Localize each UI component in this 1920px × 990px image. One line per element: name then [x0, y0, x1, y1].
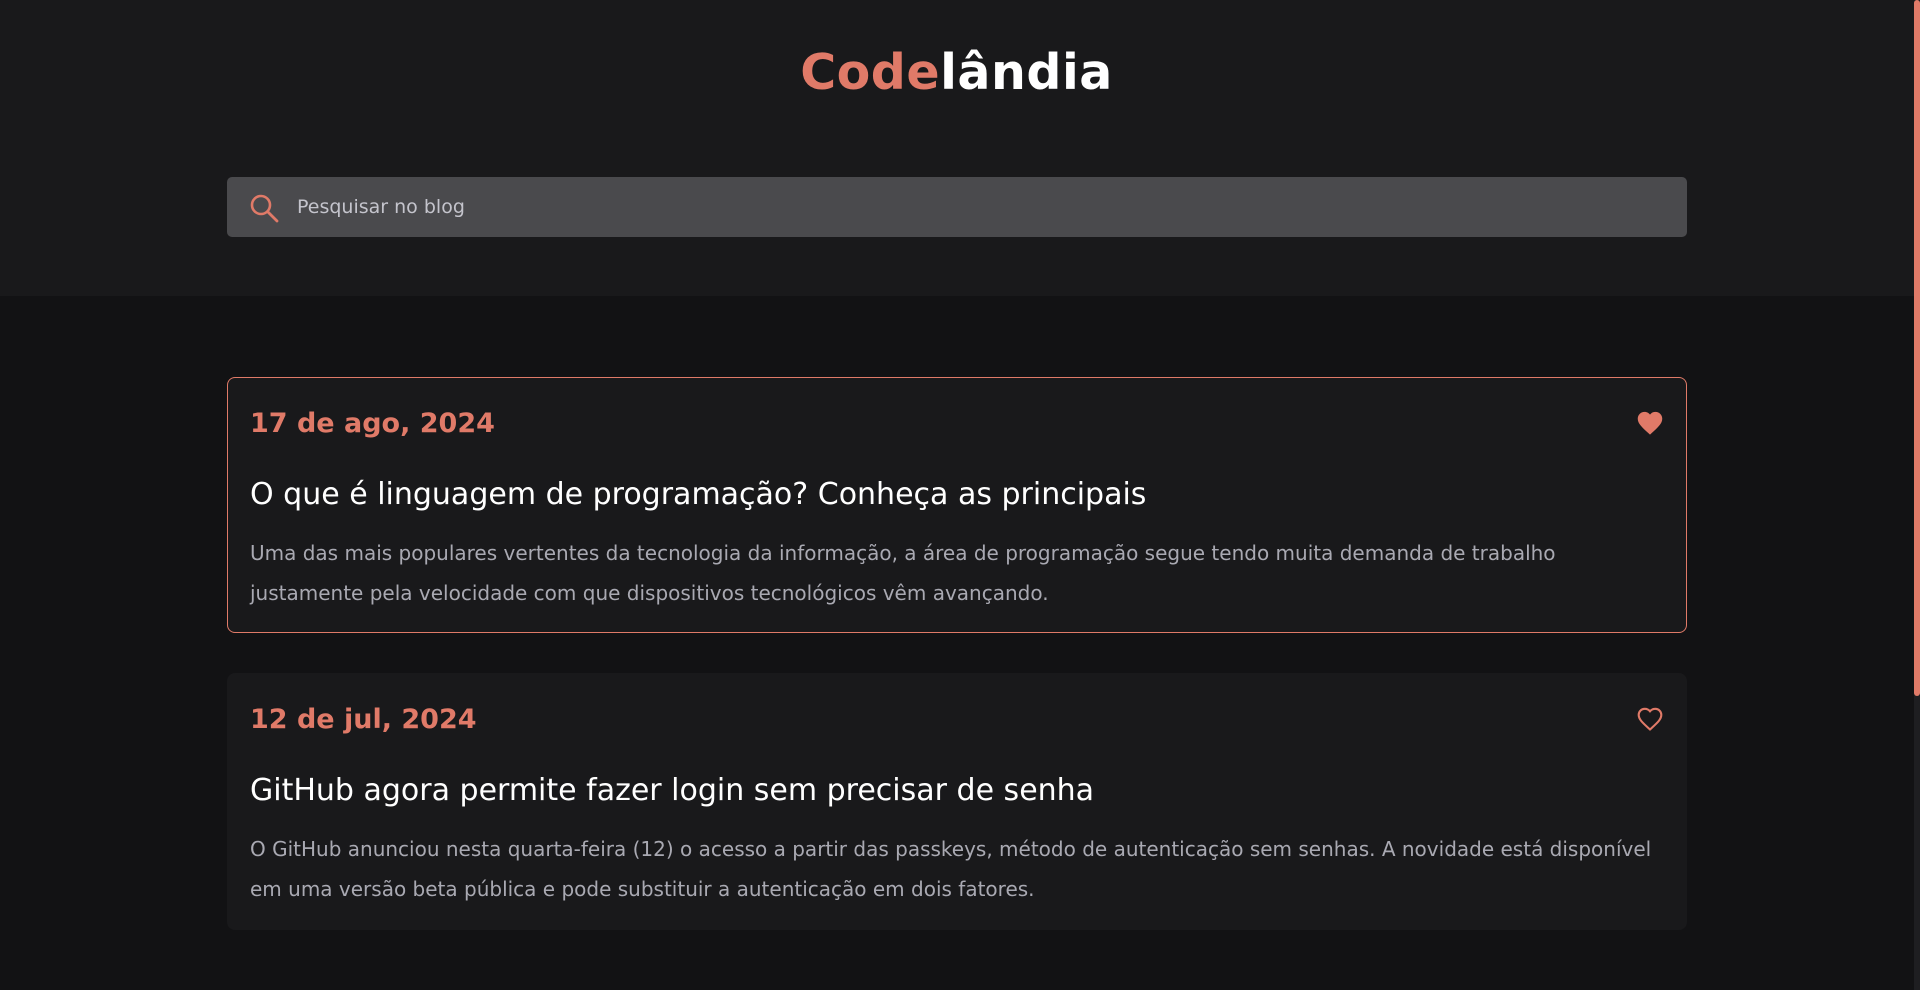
- brand-logo-rest: lândia: [940, 44, 1113, 101]
- page-header: Codelândia: [0, 0, 1920, 296]
- search-input[interactable]: [297, 177, 1667, 237]
- search-bar[interactable]: [227, 177, 1687, 237]
- post-title[interactable]: O que é linguagem de programação? Conheç…: [250, 477, 1146, 512]
- post-excerpt: O GitHub anunciou nesta quarta-feira (12…: [250, 837, 1652, 901]
- heart-outline-icon[interactable]: [1636, 706, 1664, 732]
- search-icon: [250, 194, 279, 223]
- post-date: 12 de jul, 2024: [250, 704, 477, 735]
- brand-logo: Codelândia: [0, 42, 1913, 104]
- blog-page: Codelândia 17 de ago, 2024 O que é lingu…: [0, 0, 1920, 990]
- scrollbar[interactable]: [1914, 0, 1920, 990]
- post-title[interactable]: GitHub agora permite fazer login sem pre…: [250, 773, 1094, 808]
- post-date: 17 de ago, 2024: [250, 408, 495, 439]
- post-card[interactable]: 17 de ago, 2024 O que é linguagem de pro…: [227, 377, 1687, 633]
- brand-logo-accent: Code: [800, 44, 941, 101]
- heart-filled-icon[interactable]: [1636, 410, 1664, 436]
- post-excerpt: Uma das mais populares vertentes da tecn…: [250, 541, 1556, 605]
- scrollbar-thumb[interactable]: [1914, 0, 1920, 696]
- post-card[interactable]: 12 de jul, 2024 GitHub agora permite faz…: [227, 673, 1687, 930]
